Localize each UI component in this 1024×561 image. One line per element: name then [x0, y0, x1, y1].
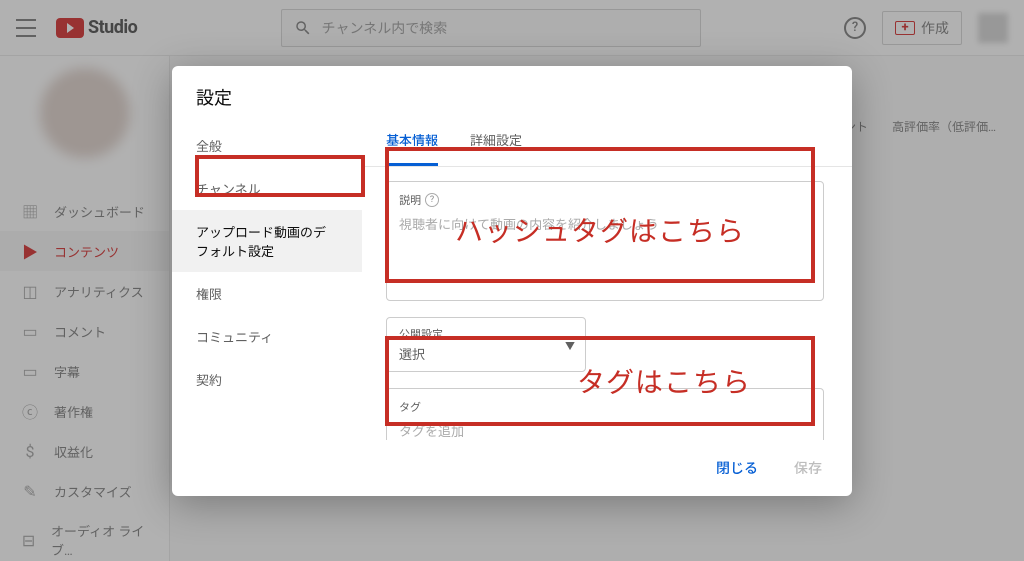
- modal-scrim[interactable]: 設定 全般 チャンネル アップロード動画のデフォルト設定 権限 コミュニティ 契…: [0, 0, 1024, 561]
- modal-nav-permissions[interactable]: 権限: [172, 272, 362, 315]
- modal-nav-channel[interactable]: チャンネル: [172, 167, 362, 210]
- tab-basic-info[interactable]: 基本情報: [386, 116, 438, 166]
- save-button[interactable]: 保存: [786, 452, 830, 484]
- modal-sidebar: 全般 チャンネル アップロード動画のデフォルト設定 権限 コミュニティ 契約: [172, 116, 362, 440]
- modal-nav-community[interactable]: コミュニティ: [172, 315, 362, 358]
- modal-tabs: 基本情報 詳細設定: [362, 116, 852, 167]
- visibility-value: 選択: [399, 344, 573, 363]
- description-field[interactable]: 説明 ? 視聴者に向けて動画の内容を紹介しましょう: [386, 181, 824, 301]
- tags-label: タグ: [399, 399, 811, 415]
- modal-nav-general[interactable]: 全般: [172, 124, 362, 167]
- modal-nav-upload-defaults[interactable]: アップロード動画のデフォルト設定: [172, 210, 362, 272]
- tags-field[interactable]: タグ タグを追加: [386, 388, 824, 440]
- modal-title: 設定: [172, 66, 852, 116]
- description-label: 説明: [399, 192, 421, 208]
- modal-scroll-area[interactable]: 説明 ? 視聴者に向けて動画の内容を紹介しましょう 公開設定 選択 ▼: [362, 167, 852, 440]
- visibility-select[interactable]: 公開設定 選択 ▼: [386, 317, 586, 372]
- tags-placeholder: タグを追加: [399, 421, 811, 440]
- modal-footer: 閉じる 保存: [172, 440, 852, 496]
- help-hint-icon[interactable]: ?: [425, 193, 439, 207]
- settings-modal: 設定 全般 チャンネル アップロード動画のデフォルト設定 権限 コミュニティ 契…: [172, 66, 852, 496]
- visibility-label: 公開設定: [399, 326, 573, 342]
- tab-advanced[interactable]: 詳細設定: [470, 116, 522, 166]
- modal-nav-agreements[interactable]: 契約: [172, 358, 362, 401]
- description-placeholder: 視聴者に向けて動画の内容を紹介しましょう: [399, 214, 811, 233]
- chevron-down-icon: ▼: [565, 337, 575, 352]
- close-button[interactable]: 閉じる: [708, 452, 766, 484]
